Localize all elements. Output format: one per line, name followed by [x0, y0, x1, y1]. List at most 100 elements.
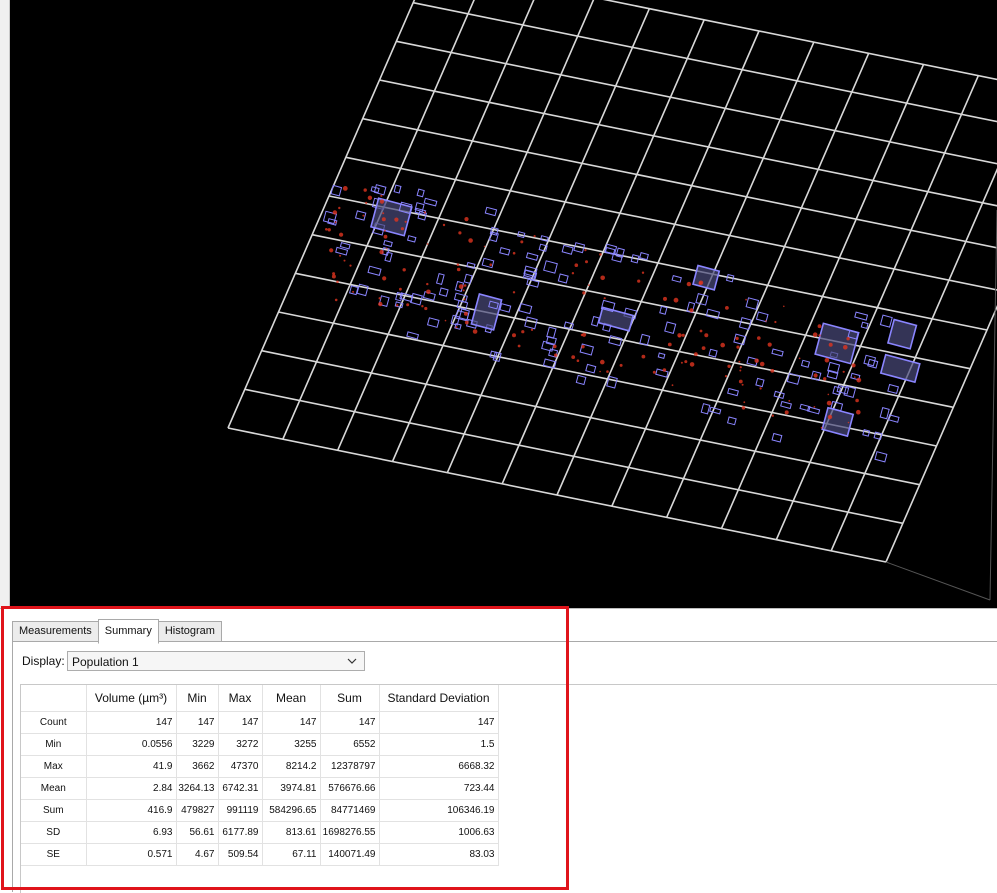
- signal-speckle: [518, 345, 521, 348]
- table-cell: 3974.81: [262, 778, 320, 800]
- signal-speckle: [394, 218, 398, 222]
- signal-speckle: [581, 345, 584, 348]
- signal-speckle: [699, 282, 702, 285]
- object-box: [815, 323, 859, 363]
- object-box: [500, 304, 511, 312]
- object-box: [385, 252, 392, 262]
- object-box: [586, 364, 596, 372]
- signal-speckle: [772, 415, 774, 417]
- object-box: [336, 247, 348, 255]
- signal-speckle: [813, 332, 818, 337]
- object-box: [471, 294, 501, 330]
- signal-speckle: [799, 358, 801, 360]
- object-box: [833, 387, 841, 395]
- object-box: [331, 185, 341, 196]
- object-box: [526, 253, 537, 260]
- table-cell: 41.9: [86, 756, 176, 778]
- tab-measurements[interactable]: Measurements: [12, 621, 99, 643]
- signal-speckle: [364, 188, 367, 191]
- object-box: [408, 236, 416, 242]
- object-box: [640, 334, 650, 345]
- table-cell: 3272: [218, 734, 262, 756]
- signal-speckle: [759, 387, 761, 389]
- column-header-min[interactable]: Min: [176, 685, 218, 712]
- signal-speckle: [349, 265, 351, 267]
- column-header-standard-deviation[interactable]: Standard Deviation: [379, 685, 498, 712]
- signal-speckle: [421, 305, 423, 307]
- signal-speckle: [827, 401, 832, 406]
- table-cell: 8214.2: [262, 756, 320, 778]
- signal-speckle: [825, 358, 830, 363]
- signal-speckle: [739, 380, 743, 384]
- signal-speckle: [743, 401, 745, 403]
- tab-histogram[interactable]: Histogram: [158, 621, 222, 643]
- table-cell: 12378797: [320, 756, 379, 778]
- signal-speckle: [684, 360, 687, 363]
- column-header-mean[interactable]: Mean: [262, 685, 320, 712]
- object-box: [880, 315, 892, 327]
- signal-speckle: [818, 324, 822, 328]
- object-box: [728, 389, 739, 396]
- column-header-max[interactable]: Max: [218, 685, 262, 712]
- signal-speckle: [582, 291, 585, 294]
- signal-speckle: [325, 228, 328, 231]
- row-header: SD: [21, 822, 86, 844]
- table-cell: 147: [86, 712, 176, 734]
- signal-speckle: [663, 297, 667, 301]
- signal-speckle: [738, 361, 740, 363]
- bounding-box-edge: [886, 562, 990, 600]
- signal-speckle: [335, 221, 337, 223]
- chevron-down-icon: [346, 655, 358, 667]
- table-cell: 2.84: [86, 778, 176, 800]
- object-box: [384, 241, 393, 247]
- object-box: [888, 385, 899, 394]
- bounding-box-edge: [990, 210, 997, 600]
- signal-speckle: [852, 363, 856, 367]
- signal-speckle: [823, 377, 826, 380]
- signal-speckle: [620, 364, 623, 367]
- table-cell: 84771469: [320, 800, 379, 822]
- signal-speckle: [427, 243, 429, 245]
- signal-speckle: [600, 276, 605, 281]
- signal-speckle: [403, 268, 406, 271]
- signal-speckle: [396, 304, 398, 306]
- signal-speckle: [339, 255, 341, 257]
- object-box: [609, 336, 622, 346]
- signal-speckle: [571, 355, 575, 359]
- signal-speckle: [513, 252, 516, 255]
- signal-speckle: [855, 399, 859, 403]
- 3d-viewport[interactable]: [10, 0, 997, 608]
- 3d-scene[interactable]: [10, 0, 997, 608]
- signal-speckle: [584, 249, 586, 251]
- signal-speckle: [681, 362, 683, 364]
- object-box: [640, 253, 649, 260]
- object-box: [592, 317, 600, 327]
- row-header: Max: [21, 756, 86, 778]
- display-dropdown[interactable]: Population 1: [67, 651, 365, 671]
- signal-speckle: [426, 283, 428, 285]
- table-cell: 6177.89: [218, 822, 262, 844]
- signal-speckle: [343, 186, 348, 191]
- signal-speckle: [846, 337, 849, 340]
- signal-speckle: [672, 384, 674, 386]
- tab-summary[interactable]: Summary: [98, 619, 159, 644]
- column-header-sum[interactable]: Sum: [320, 685, 379, 712]
- signal-speckle: [464, 217, 468, 221]
- object-box: [439, 288, 448, 296]
- statistics-panel: Measurements Summary Histogram Display: …: [0, 608, 997, 891]
- object-box: [558, 274, 568, 283]
- object-box: [544, 261, 558, 273]
- table-cell: 4.67: [176, 844, 218, 866]
- table-cell: 1.5: [379, 734, 498, 756]
- table-cell: 584296.65: [262, 800, 320, 822]
- column-header-corner: [21, 685, 86, 712]
- object-box: [861, 322, 868, 328]
- column-header-volume[interactable]: Volume (µm³): [86, 685, 176, 712]
- signal-speckle: [457, 268, 461, 272]
- table-cell: 147: [262, 712, 320, 734]
- table-cell: 479827: [176, 800, 218, 822]
- signal-speckle: [465, 321, 469, 325]
- signal-speckle: [755, 359, 759, 363]
- table-cell: 67.11: [262, 844, 320, 866]
- signal-speckle: [380, 200, 384, 204]
